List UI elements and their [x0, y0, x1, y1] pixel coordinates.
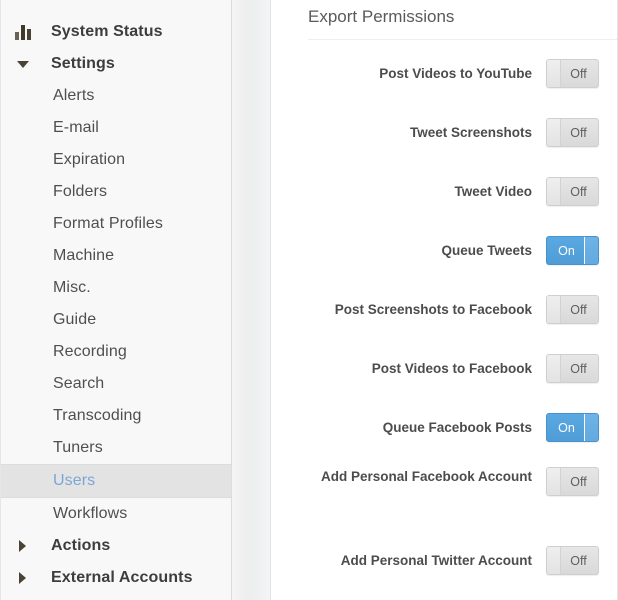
sidebar-item-label: Transcoding: [53, 407, 142, 425]
permission-row: Add Personal Twitter Account Off: [271, 531, 617, 590]
permission-row: Add Personal Facebook Account Off: [271, 457, 617, 531]
sidebar-item-label: Machine: [53, 247, 114, 265]
sidebar-item-label: External Accounts: [51, 569, 193, 587]
permission-toggle[interactable]: On: [546, 236, 599, 265]
toggle-state-label: Off: [559, 355, 598, 383]
sidebar-item-settings[interactable]: Settings: [1, 48, 231, 80]
sidebar-navigation: System Status Settings Alerts E-mail Expirat…: [0, 0, 232, 600]
permission-row: Queue TweetsOn: [271, 221, 617, 280]
caret-down-icon[interactable]: [15, 61, 39, 68]
permission-toggle[interactable]: Off: [546, 59, 599, 88]
permission-toggle[interactable]: Off: [546, 295, 599, 324]
permission-row: Post Videos to Facebook Off: [271, 339, 617, 398]
sidebar-item-tuners[interactable]: Tuners: [1, 432, 231, 464]
sidebar-item-label: Alerts: [53, 87, 95, 105]
sidebar-item-label: Users: [53, 472, 95, 490]
toggle-knob: [584, 414, 598, 442]
permission-toggle[interactable]: Off: [546, 546, 599, 575]
permission-label: Add Personal Twitter Account: [341, 551, 546, 571]
toggle-state-label: On: [547, 414, 586, 442]
sidebar-item-search[interactable]: Search: [1, 368, 231, 400]
sidebar-item-label: Tuners: [53, 439, 103, 457]
permission-label: Add Personal Facebook Account: [321, 467, 546, 487]
permission-label: Queue Tweets: [441, 241, 546, 261]
sidebar-item-alerts[interactable]: Alerts: [1, 80, 231, 112]
permission-toggle[interactable]: On: [546, 413, 599, 442]
toggle-state-label: On: [547, 237, 586, 265]
bar-chart-icon: [15, 25, 39, 40]
toggle-state-label: Off: [559, 60, 598, 88]
permission-label: Post Screenshots to Facebook: [335, 300, 546, 320]
sidebar-item-transcoding[interactable]: Transcoding: [1, 400, 231, 432]
permissions-list: Post Videos to YouTubeOffTweet Screensho…: [271, 40, 617, 590]
permission-row: Tweet Video Off: [271, 162, 617, 221]
sidebar-item-label: Settings: [51, 55, 115, 73]
toggle-state-label: Off: [559, 119, 598, 147]
toggle-knob: [584, 237, 598, 265]
sidebar-item-format-profiles[interactable]: Format Profiles: [1, 208, 231, 240]
permission-label: Post Videos to YouTube: [379, 64, 546, 84]
sidebar-item-e-mail[interactable]: E-mail: [1, 112, 231, 144]
toggle-state-label: Off: [559, 547, 598, 575]
toggle-state-label: Off: [559, 468, 598, 496]
permission-label: Post Videos to Facebook: [372, 359, 546, 379]
sidebar-item-label: System Status: [51, 23, 163, 41]
sidebar-item-label: Search: [53, 375, 104, 393]
sidebar-item-label: Recording: [53, 343, 127, 361]
caret-right-icon[interactable]: [15, 572, 39, 584]
sidebar-item-users[interactable]: Users: [1, 464, 231, 498]
panel-gutter: [232, 0, 270, 600]
permission-label: Tweet Video: [454, 182, 546, 202]
permission-label: Tweet Screenshots: [410, 123, 546, 143]
permission-row: Post Videos to YouTube Off: [271, 44, 617, 103]
permission-toggle[interactable]: Off: [546, 354, 599, 383]
permission-label: Queue Facebook Posts: [383, 418, 546, 438]
export-permissions-panel: Export Permissions Post Videos to YouTub…: [270, 0, 618, 600]
sidebar-item-machine[interactable]: Machine: [1, 240, 231, 272]
sidebar-item-label: Workflows: [53, 505, 127, 523]
sidebar-item-system-status[interactable]: System Status: [1, 16, 231, 48]
permission-row: Queue Facebook PostsOn: [271, 398, 617, 457]
toggle-state-label: Off: [559, 178, 598, 206]
sidebar-item-label: E-mail: [53, 119, 99, 137]
caret-right-icon[interactable]: [15, 540, 39, 552]
sidebar-item-guide[interactable]: Guide: [1, 304, 231, 336]
page-title: Export Permissions: [271, 0, 617, 30]
sidebar-item-label: Folders: [53, 183, 107, 201]
permission-toggle[interactable]: Off: [546, 177, 599, 206]
permission-row: Post Screenshots to Facebook Off: [271, 280, 617, 339]
sidebar-item-workflows[interactable]: Workflows: [1, 498, 231, 530]
permission-toggle[interactable]: Off: [546, 118, 599, 147]
sidebar-item-label: Actions: [51, 537, 110, 555]
toggle-state-label: Off: [559, 296, 598, 324]
permission-row: Tweet Screenshots Off: [271, 103, 617, 162]
sidebar-item-actions[interactable]: Actions: [1, 530, 231, 562]
sidebar-item-expiration[interactable]: Expiration: [1, 144, 231, 176]
sidebar-item-label: Misc.: [53, 279, 91, 297]
settings-page: System Status Settings Alerts E-mail Expirat…: [0, 0, 618, 600]
sidebar-item-external-accounts[interactable]: External Accounts: [1, 562, 231, 594]
sidebar-item-recording[interactable]: Recording: [1, 336, 231, 368]
sidebar-item-label: Guide: [53, 311, 96, 329]
sidebar-item-misc[interactable]: Misc.: [1, 272, 231, 304]
sidebar-item-label: Expiration: [53, 151, 125, 169]
sidebar-item-label: Format Profiles: [53, 215, 163, 233]
permission-toggle[interactable]: Off: [546, 467, 599, 496]
sidebar-item-folders[interactable]: Folders: [1, 176, 231, 208]
